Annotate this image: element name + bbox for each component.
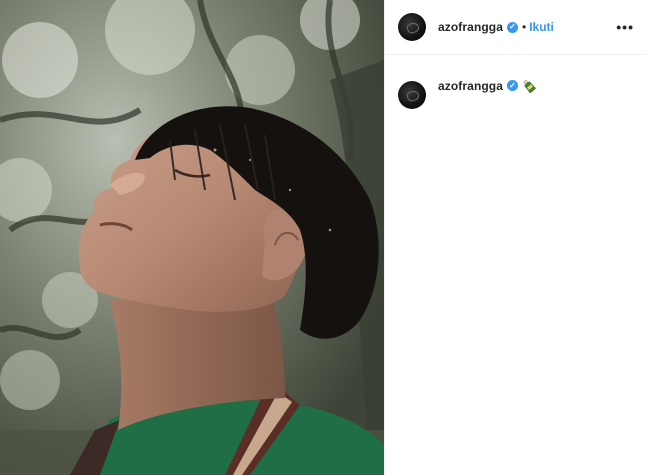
post-sidebar: azofrangga ✓ • Ikuti ••• azofrangga ✓ xyxy=(384,0,646,475)
post-photo[interactable] xyxy=(0,0,384,475)
avatar[interactable] xyxy=(398,13,426,41)
bottle-emoji-icon xyxy=(522,79,536,98)
follow-button[interactable]: Ikuti xyxy=(529,20,554,34)
verified-badge-icon: ✓ xyxy=(507,80,519,91)
post-image xyxy=(0,0,384,475)
instagram-post: azofrangga ✓ • Ikuti ••• azofrangga ✓ xyxy=(0,0,646,475)
caption-username[interactable]: azofrangga xyxy=(438,79,503,93)
header-username[interactable]: azofrangga xyxy=(438,20,503,34)
header-separator: • xyxy=(522,20,527,34)
more-options-icon[interactable]: ••• xyxy=(616,20,634,34)
caption: azofrangga ✓ xyxy=(385,55,646,109)
caption-avatar[interactable] xyxy=(398,81,426,109)
post-header: azofrangga ✓ • Ikuti ••• xyxy=(385,0,646,55)
verified-badge-icon: ✓ xyxy=(507,21,519,33)
